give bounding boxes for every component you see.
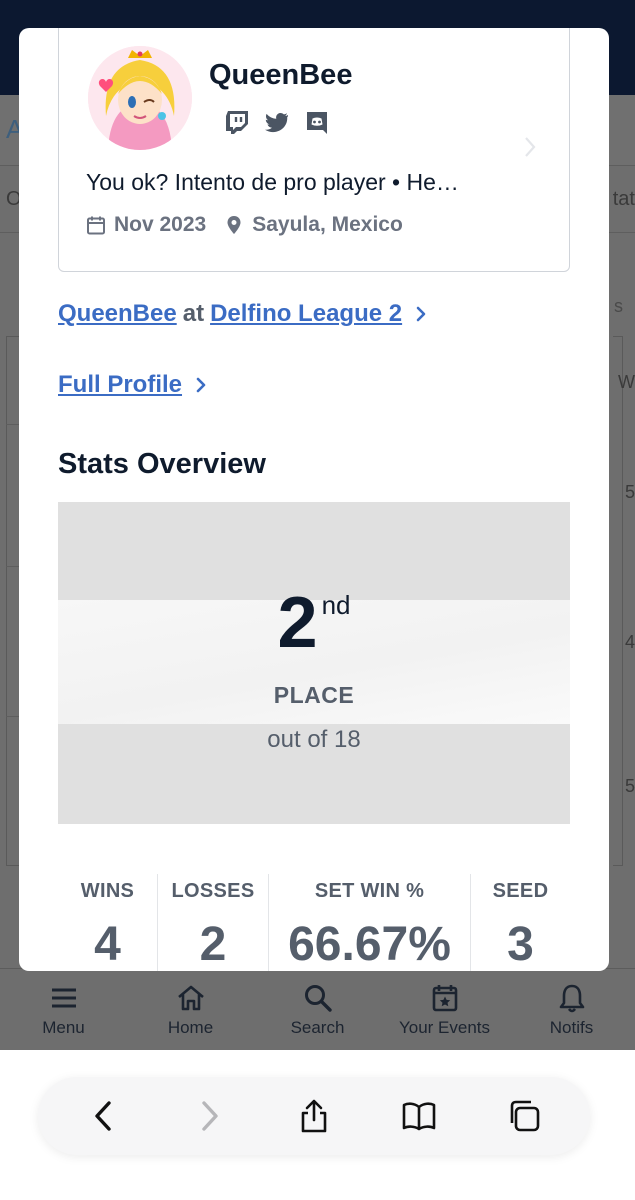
placement-value: 2 (277, 583, 318, 663)
nav-notifs-label: Notifs (549, 1018, 594, 1037)
league-link[interactable]: Delfino League 2 (210, 300, 402, 328)
profile-card[interactable]: QueenBee You ok? Intento de pro player •… (58, 28, 570, 272)
forward-button[interactable] (185, 1092, 233, 1140)
divider (6, 424, 20, 425)
browser-toolbar (38, 1077, 590, 1155)
stat-seed: SEED 3 (471, 874, 570, 971)
twitter-icon (265, 112, 288, 133)
calendar-icon (87, 216, 105, 235)
background-cell: 5 (624, 776, 635, 796)
background-cell: 4 (624, 632, 635, 652)
bottom-navigation: Menu Home Search Your Events Notifs (0, 968, 635, 1050)
divider (6, 566, 20, 567)
location-pin-icon (227, 216, 241, 234)
tabs-icon (510, 1100, 539, 1132)
nav-your-events[interactable]: Your Events (381, 969, 508, 1050)
stats-overview-title: Stats Overview (58, 448, 266, 480)
background-column-header: W (618, 372, 635, 392)
chevron-right-icon[interactable] (412, 305, 430, 323)
placement-out-of: out of 18 (267, 726, 361, 753)
book-icon (402, 1102, 436, 1131)
background-text-fragment: s (614, 296, 623, 316)
chevron-right-icon[interactable] (192, 376, 210, 394)
nav-home-label: Home (167, 1018, 214, 1037)
avatar (88, 46, 192, 150)
stat-label: SEED (492, 880, 549, 902)
stat-losses: LOSSES 2 (158, 874, 269, 971)
home-icon (177, 985, 204, 1011)
stat-value: 2 (199, 918, 227, 971)
background-card-edge (613, 336, 623, 866)
tabs-button[interactable] (500, 1092, 548, 1140)
bookmarks-button[interactable] (395, 1092, 443, 1140)
full-profile-link[interactable]: Full Profile (58, 371, 182, 399)
stat-set-win-percent: SET WIN % 66.67% (269, 874, 471, 971)
stat-value: 66.67% (288, 918, 451, 971)
league-link-row: QueenBee at Delfino League 2 (58, 300, 430, 328)
chevron-left-icon (95, 1101, 112, 1131)
stat-label: SET WIN % (314, 880, 425, 902)
background-tab-fragment-right: tat (612, 188, 635, 210)
chevron-right-icon (525, 137, 536, 157)
player-modal: QueenBee You ok? Intento de pro player •… (19, 28, 609, 971)
player-meta: Nov 2023 Sayula, Mexico (86, 213, 403, 237)
stat-label: WINS (80, 880, 135, 902)
browser-toolbar-area (0, 1050, 635, 1200)
stat-label: LOSSES (171, 880, 255, 902)
social-links (224, 109, 330, 135)
background-card-edge (6, 336, 20, 866)
nav-search[interactable]: Search (254, 969, 381, 1050)
player-location: Sayula, Mexico (252, 213, 403, 236)
divider (6, 716, 20, 717)
stat-wins: WINS 4 (58, 874, 158, 971)
back-button[interactable] (80, 1092, 128, 1140)
at-text: at (182, 300, 205, 327)
full-profile-row: Full Profile (58, 371, 210, 399)
share-button[interactable] (290, 1092, 338, 1140)
calendar-star-icon (432, 985, 457, 1012)
twitter-link[interactable] (264, 109, 290, 135)
placement-number: 2nd (58, 582, 570, 664)
nav-home[interactable]: Home (127, 969, 254, 1050)
placement-suffix: nd (321, 590, 351, 620)
player-bio: You ok? Intento de pro player • He… (86, 169, 459, 195)
twitch-link[interactable] (224, 109, 250, 135)
twitch-icon (226, 111, 248, 134)
search-icon (304, 985, 332, 1012)
nav-notifs[interactable]: Notifs (508, 969, 635, 1050)
nav-your-events-label: Your Events (398, 1018, 491, 1037)
joined-date: Nov 2023 (114, 213, 207, 236)
nav-search-label: Search (290, 1018, 345, 1037)
placement-label: PLACE (273, 682, 355, 708)
chevron-right-icon (202, 1101, 218, 1131)
avatar-image (88, 46, 192, 150)
nav-menu-label: Menu (42, 1018, 85, 1037)
player-name: QueenBee (209, 59, 353, 91)
stat-value: 4 (94, 918, 121, 971)
discord-link[interactable] (304, 109, 330, 135)
bell-icon (559, 984, 584, 1013)
nav-menu[interactable]: Menu (0, 969, 127, 1050)
menu-icon (51, 988, 76, 1008)
placement-card: 2nd PLACE out of 18 (58, 502, 570, 824)
discord-icon (307, 112, 327, 134)
share-icon (301, 1099, 327, 1133)
player-link[interactable]: QueenBee (58, 300, 177, 328)
background-cell: 5 (624, 482, 635, 502)
stats-row: WINS 4 LOSSES 2 SET WIN % 66.67% SEED 3 (58, 874, 570, 971)
stat-value: 3 (507, 918, 534, 971)
